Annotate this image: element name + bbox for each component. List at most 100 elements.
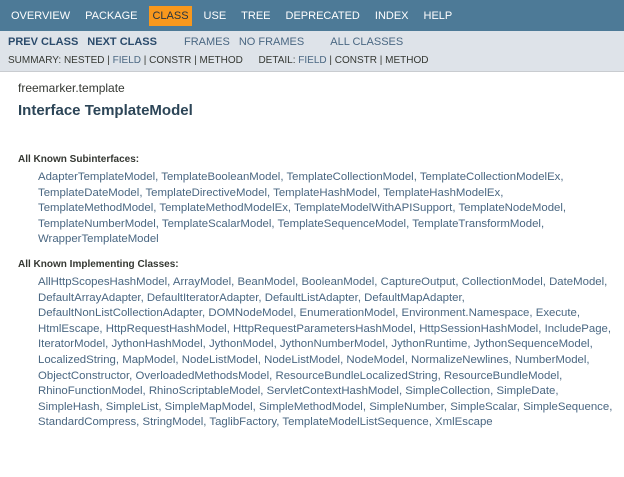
detail-label: DETAIL: — [258, 55, 296, 66]
class-link[interactable]: TemplateTransformModel — [412, 218, 541, 230]
nav-use[interactable]: USE — [201, 6, 230, 26]
class-link[interactable]: TemplateCollectionModelEx — [420, 171, 561, 183]
class-link[interactable]: IteratorModel — [38, 338, 105, 350]
class-link[interactable]: SimpleScalar — [450, 401, 516, 413]
class-link[interactable]: SimpleCollection — [405, 385, 490, 397]
class-link[interactable]: RhinoScriptableModel — [149, 385, 260, 397]
class-link[interactable]: CollectionModel — [462, 276, 543, 288]
nav-class: CLASS — [149, 5, 192, 26]
class-link[interactable]: TemplateDirectiveModel — [145, 187, 267, 199]
class-link[interactable]: JythonSequenceModel — [474, 338, 590, 350]
class-link[interactable]: DefaultIteratorAdapter — [147, 292, 258, 304]
class-link[interactable]: DefaultArrayAdapter — [38, 292, 141, 304]
class-link[interactable]: Execute — [536, 307, 577, 319]
class-link[interactable]: NormalizeNewlines — [411, 354, 508, 366]
class-link[interactable]: ResourceBundleLocalizedString — [275, 370, 437, 382]
class-link[interactable]: TaglibFactory — [209, 416, 276, 428]
all-classes-link[interactable]: ALL CLASSES — [330, 36, 403, 48]
subinterfaces-label: All Known Subinterfaces: — [18, 154, 140, 165]
subinterfaces-list: AdapterTemplateModel, TemplateBooleanMod… — [38, 171, 567, 246]
class-link[interactable]: ObjectConstructor — [38, 370, 129, 382]
class-link[interactable]: OverloadedMethodsModel — [136, 370, 270, 382]
class-link[interactable]: HttpRequestParametersHashModel — [233, 323, 413, 335]
class-link[interactable]: DateModel — [549, 276, 604, 288]
next-class-link[interactable]: NEXT CLASS — [87, 36, 157, 48]
package-name: freemarker.template — [18, 81, 125, 95]
class-link[interactable]: AllHttpScopesHashModel — [38, 276, 167, 288]
summary-rest: | CONSTR | METHOD — [143, 55, 243, 66]
page-title: Interface TemplateModel — [18, 102, 193, 119]
class-link[interactable]: EnumerationModel — [300, 307, 396, 319]
nav-help[interactable]: HELP — [421, 6, 456, 26]
class-link[interactable]: SimpleMapModel — [165, 401, 253, 413]
implementing-classes-list: AllHttpScopesHashModel, ArrayModel, Bean… — [38, 275, 613, 429]
nav-deprecated[interactable]: DEPRECATED — [283, 6, 363, 26]
top-navbar: OVERVIEW PACKAGE CLASS USE TREE DEPRECATED IND… — [0, 0, 624, 31]
class-link[interactable]: SimpleDate — [496, 385, 555, 397]
class-link[interactable]: TemplateMethodModel — [38, 202, 153, 214]
summary-label: SUMMARY: NESTED | — [8, 55, 110, 66]
class-link[interactable]: DefaultMapAdapter — [364, 292, 462, 304]
class-link[interactable]: TemplateSequenceModel — [278, 218, 407, 230]
class-link[interactable]: TemplateHashModel — [273, 187, 377, 199]
class-link[interactable]: ArrayModel — [173, 276, 231, 288]
class-link[interactable]: ResourceBundleModel — [444, 370, 559, 382]
class-link[interactable]: TemplateBooleanModel — [161, 171, 280, 183]
class-link[interactable]: XmlEscape — [435, 416, 493, 428]
nav-overview[interactable]: OVERVIEW — [8, 6, 73, 26]
class-link[interactable]: BooleanModel — [301, 276, 374, 288]
summary-field-link[interactable]: FIELD — [113, 55, 141, 66]
class-link[interactable]: LocalizedString — [38, 354, 116, 366]
class-link[interactable]: DOMNodeModel — [208, 307, 293, 319]
class-link[interactable]: NodeModel — [346, 354, 404, 366]
class-link[interactable]: TemplateNodeModel — [458, 202, 562, 214]
class-link[interactable]: StandardCompress — [38, 416, 136, 428]
class-link[interactable]: Environment.Namespace — [401, 307, 529, 319]
class-link[interactable]: TemplateModelListSequence — [282, 416, 428, 428]
class-link[interactable]: SimpleHash — [38, 401, 99, 413]
frames-link[interactable]: FRAMES — [184, 36, 230, 48]
class-link[interactable]: TemplateCollectionModel — [286, 171, 413, 183]
subinterfaces-section: All Known Subinterfaces: AdapterTemplate… — [0, 153, 624, 431]
class-header: freemarker.template Interface TemplateMo… — [0, 72, 624, 120]
class-link[interactable]: DefaultNonListCollectionAdapter — [38, 307, 202, 319]
class-link[interactable]: TemplateModelWithAPISupport — [294, 202, 452, 214]
class-link[interactable]: TemplateMethodModelEx — [159, 202, 288, 214]
class-link[interactable]: JythonModel — [209, 338, 274, 350]
class-link[interactable]: HtmlEscape — [38, 323, 99, 335]
class-link[interactable]: TemplateHashModelEx — [383, 187, 500, 199]
nav-tree[interactable]: TREE — [238, 6, 273, 26]
nav-index[interactable]: INDEX — [372, 6, 412, 26]
class-link[interactable]: CaptureOutput — [381, 276, 456, 288]
class-link[interactable]: JythonRuntime — [391, 338, 467, 350]
class-link[interactable]: NodeListModel — [264, 354, 340, 366]
class-link[interactable]: BeanModel — [237, 276, 295, 288]
class-link[interactable]: AdapterTemplateModel — [38, 171, 155, 183]
implementing-classes-label: All Known Implementing Classes: — [18, 258, 179, 270]
class-link[interactable]: MapModel — [122, 354, 175, 366]
class-link[interactable]: HttpRequestHashModel — [106, 323, 227, 335]
class-link[interactable]: IncludePage — [545, 323, 608, 335]
prev-class-link[interactable]: PREV CLASS — [8, 36, 78, 48]
class-link[interactable]: NumberModel — [515, 354, 587, 366]
class-link[interactable]: JythonNumberModel — [280, 338, 385, 350]
class-link[interactable]: RhinoFunctionModel — [38, 385, 142, 397]
class-link[interactable]: SimpleNumber — [369, 401, 444, 413]
no-frames-link[interactable]: NO FRAMES — [239, 36, 304, 48]
class-link[interactable]: SimpleList — [106, 401, 159, 413]
class-link[interactable]: DefaultListAdapter — [265, 292, 358, 304]
class-link[interactable]: ServletContextHashModel — [267, 385, 399, 397]
class-link[interactable]: SimpleSequence — [523, 401, 609, 413]
class-link[interactable]: StringModel — [142, 416, 203, 428]
class-link[interactable]: HttpSessionHashModel — [419, 323, 538, 335]
detail-rest: | CONSTR | METHOD — [329, 55, 429, 66]
class-link[interactable]: TemplateDateModel — [38, 187, 139, 199]
class-link[interactable]: JythonHashModel — [111, 338, 202, 350]
nav-package[interactable]: PACKAGE — [82, 6, 140, 26]
class-link[interactable]: WrapperTemplateModel — [38, 233, 159, 245]
class-link[interactable]: TemplateNumberModel — [38, 218, 156, 230]
class-link[interactable]: NodeListModel — [182, 354, 258, 366]
class-link[interactable]: TemplateScalarModel — [162, 218, 272, 230]
detail-field-link[interactable]: FIELD — [298, 55, 326, 66]
class-link[interactable]: SimpleMethodModel — [259, 401, 363, 413]
